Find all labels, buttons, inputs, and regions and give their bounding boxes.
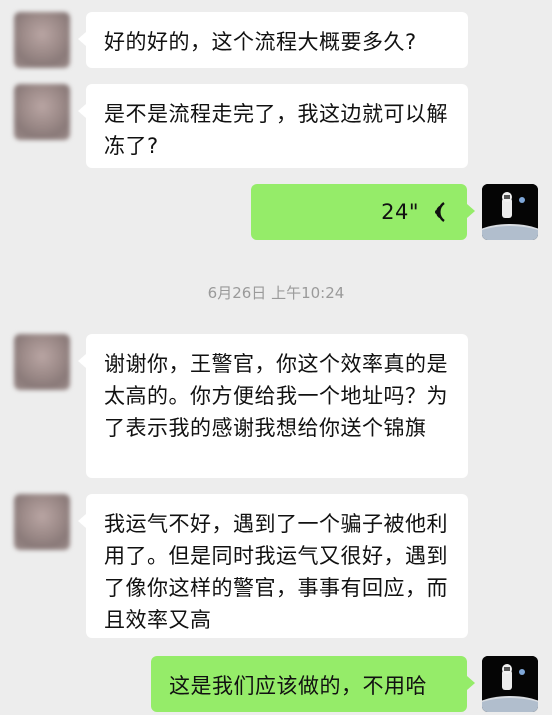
contact-avatar[interactable]: [14, 12, 70, 68]
voice-message-bubble[interactable]: 24": [251, 184, 475, 240]
contact-avatar[interactable]: [14, 334, 70, 390]
voice-wave-icon: [429, 200, 449, 224]
message-text: 这是我们应该做的，不用哈: [169, 674, 427, 698]
message-bubble[interactable]: 我运气不好，遇到了一个骗子被他利用了。但是同时我运气又很好，遇到了像你这样的警官…: [78, 494, 468, 638]
message-text: 是不是流程走完了，我这边就可以解冻了?: [104, 102, 448, 158]
message-bubble[interactable]: 好的好的，这个流程大概要多久?: [78, 12, 468, 68]
contact-avatar[interactable]: [14, 494, 70, 550]
message-bubble-self[interactable]: 这是我们应该做的，不用哈: [151, 656, 475, 712]
message-bubble[interactable]: 是不是流程走完了，我这边就可以解冻了?: [78, 84, 468, 168]
message-bubble[interactable]: 谢谢你，王警官，你这个效率真的是太高的。你方便给我一个地址吗？为了表示我的感谢我…: [78, 334, 468, 478]
message-text: 我运气不好，遇到了一个骗子被他利用了。但是同时我运气又很好，遇到了像你这样的警官…: [104, 512, 448, 632]
self-avatar[interactable]: [482, 656, 538, 712]
self-avatar[interactable]: [482, 184, 538, 240]
timestamp: 6月26日 上午10:24: [207, 284, 345, 302]
message-text: 谢谢你，王警官，你这个效率真的是太高的。你方便给我一个地址吗？为了表示我的感谢我…: [104, 352, 448, 440]
contact-avatar[interactable]: [14, 84, 70, 140]
voice-duration: 24": [381, 200, 419, 224]
message-text: 好的好的，这个流程大概要多久?: [104, 30, 417, 54]
